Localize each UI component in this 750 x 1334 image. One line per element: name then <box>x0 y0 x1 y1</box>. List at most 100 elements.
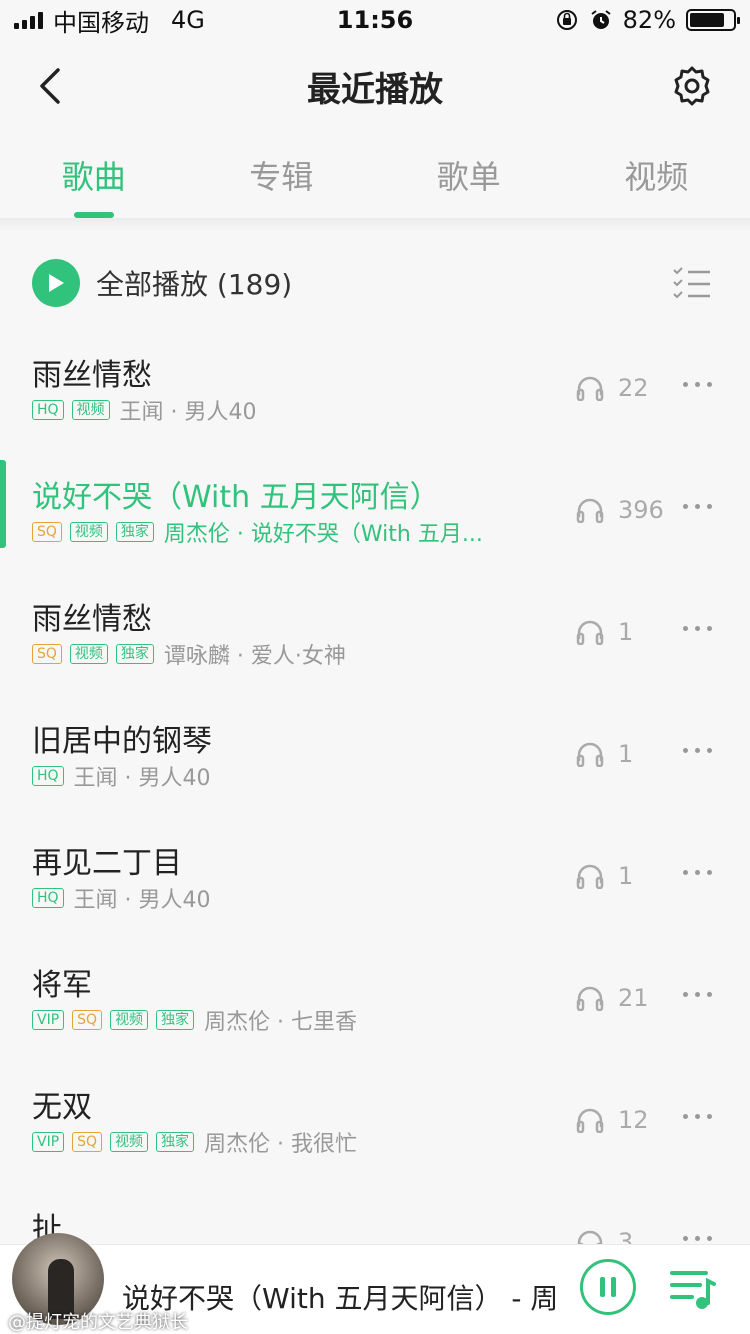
headphones-icon <box>576 1108 604 1133</box>
play-count: 1 <box>576 618 633 646</box>
quality-tag: SQ <box>32 644 62 664</box>
quality-tag: HQ <box>32 888 64 908</box>
more-button[interactable] <box>683 382 712 387</box>
tab-songs[interactable]: 歌曲 <box>0 130 187 218</box>
quality-tag: 独家 <box>156 1010 195 1030</box>
nav-bar: 最近播放 <box>0 44 750 128</box>
play-count-value: 12 <box>618 1106 649 1134</box>
song-row[interactable]: 雨丝情愁 SQ 视频 独家 谭咏麟 · 爱人·女神 1 <box>0 572 750 694</box>
play-all-row[interactable]: 全部播放 (189) <box>0 250 750 316</box>
now-playing-title[interactable]: 说好不哭（With 五月天阿信） - 周 <box>122 1277 562 1317</box>
song-meta: SQ 视频 独家 周杰伦 · 说好不哭（With 五月... <box>32 518 552 546</box>
tab-label: 视频 <box>624 158 689 196</box>
more-icon <box>683 992 688 997</box>
quality-tag: 视频 <box>71 400 110 420</box>
more-button[interactable] <box>683 1236 712 1241</box>
song-meta: HQ 视频 王闻 · 男人40 <box>32 396 552 424</box>
song-meta: VIP SQ 视频 独家 周杰伦 · 我很忙 <box>32 1128 552 1156</box>
quality-tag: HQ <box>32 766 64 786</box>
quality-tag: 视频 <box>69 644 108 664</box>
more-icon <box>683 870 688 875</box>
headphones-icon <box>576 986 604 1011</box>
play-all-button[interactable] <box>32 259 80 307</box>
status-bar: 中国移动 4G 11:56 82% <box>0 0 750 40</box>
song-meta: HQ 王闻 · 男人40 <box>32 762 552 790</box>
play-count: 1 <box>576 862 633 890</box>
chevron-left-icon <box>40 68 60 104</box>
song-list: 雨丝情愁 HQ 视频 王闻 · 男人40 22 说好不哭（With 五月天阿信） … <box>0 328 750 1304</box>
song-title: 将军 <box>32 968 92 1003</box>
quality-tag: 独家 <box>115 522 154 542</box>
artist-album: 周杰伦 · 说好不哭（With 五月... <box>163 522 483 546</box>
song-row[interactable]: 雨丝情愁 HQ 视频 王闻 · 男人40 22 <box>0 328 750 450</box>
play-count-value: 22 <box>618 374 649 402</box>
song-title: 说好不哭（With 五月天阿信） <box>32 480 440 515</box>
play-count: 396 <box>576 496 664 524</box>
carrier-label: 中国移动 <box>53 8 149 37</box>
more-icon <box>683 748 688 753</box>
quality-tag: 视频 <box>69 522 108 542</box>
tab-label: 歌单 <box>436 158 501 196</box>
play-count-value: 1 <box>618 862 634 890</box>
network-label: 4G <box>171 6 205 34</box>
settings-button[interactable] <box>670 64 714 108</box>
tab-albums[interactable]: 专辑 <box>188 130 375 218</box>
play-count-value: 1 <box>618 740 634 768</box>
more-button[interactable] <box>683 870 712 875</box>
song-row[interactable]: 说好不哭（With 五月天阿信） SQ 视频 独家 周杰伦 · 说好不哭（With … <box>0 450 750 572</box>
song-row[interactable]: 旧居中的钢琴 HQ 王闻 · 男人40 1 <box>0 694 750 816</box>
headphones-icon <box>576 498 604 523</box>
pause-button[interactable] <box>580 1259 636 1315</box>
play-icon <box>49 274 64 292</box>
more-button[interactable] <box>683 1114 712 1119</box>
playlist-icon <box>670 1271 716 1309</box>
more-icon <box>683 626 688 631</box>
tab-videos[interactable]: 视频 <box>563 130 750 218</box>
pause-icon <box>600 1277 605 1297</box>
battery-percent: 82% <box>622 6 676 34</box>
multiselect-button[interactable] <box>672 266 712 302</box>
quality-tag: VIP <box>32 1010 65 1030</box>
watermark: @提灯宠的文艺典狱长 <box>8 1312 188 1333</box>
gear-icon <box>674 66 710 106</box>
more-icon <box>683 382 688 387</box>
play-count-value: 21 <box>618 984 649 1012</box>
now-playing-indicator <box>0 460 6 548</box>
more-icon <box>683 1114 688 1119</box>
quality-tag: 视频 <box>110 1132 149 1152</box>
more-icon <box>683 1236 688 1241</box>
orientation-lock-icon <box>556 10 577 30</box>
quality-tag: VIP <box>32 1132 65 1152</box>
play-all-label: 全部播放 (189) <box>96 268 293 301</box>
song-row[interactable]: 无双 VIP SQ 视频 独家 周杰伦 · 我很忙 12 <box>0 1060 750 1182</box>
play-count: 22 <box>576 374 649 402</box>
song-title: 雨丝情愁 <box>32 358 152 393</box>
quality-tag: HQ <box>32 400 64 420</box>
song-title: 雨丝情愁 <box>32 602 152 637</box>
more-button[interactable] <box>683 748 712 753</box>
checklist-icon <box>673 267 710 299</box>
quality-tag: SQ <box>72 1132 103 1152</box>
playlist-button[interactable] <box>668 1267 716 1313</box>
song-meta: SQ 视频 独家 谭咏麟 · 爱人·女神 <box>32 640 552 668</box>
artist-album: 周杰伦 · 七里香 <box>204 1010 358 1034</box>
back-button[interactable] <box>30 62 70 110</box>
more-button[interactable] <box>683 504 712 509</box>
more-button[interactable] <box>683 992 712 997</box>
song-row[interactable]: 再见二丁目 HQ 王闻 · 男人40 1 <box>0 816 750 938</box>
song-meta: HQ 王闻 · 男人40 <box>32 884 552 912</box>
song-title: 旧居中的钢琴 <box>32 724 212 759</box>
play-count: 1 <box>576 740 633 768</box>
tab-bar: 歌曲 专辑 歌单 视频 <box>0 130 750 218</box>
artist-album: 王闻 · 男人40 <box>73 888 211 912</box>
play-count-value: 1 <box>618 618 634 646</box>
song-row[interactable]: 将军 VIP SQ 视频 独家 周杰伦 · 七里香 21 <box>0 938 750 1060</box>
song-title: 无双 <box>32 1090 92 1125</box>
quality-tag: 视频 <box>110 1010 149 1030</box>
signal-icon <box>14 11 43 29</box>
tab-playlists[interactable]: 歌单 <box>375 130 562 218</box>
headphones-icon <box>576 742 604 767</box>
more-button[interactable] <box>683 626 712 631</box>
artist-album: 周杰伦 · 我很忙 <box>204 1132 358 1156</box>
headphones-icon <box>576 864 604 889</box>
